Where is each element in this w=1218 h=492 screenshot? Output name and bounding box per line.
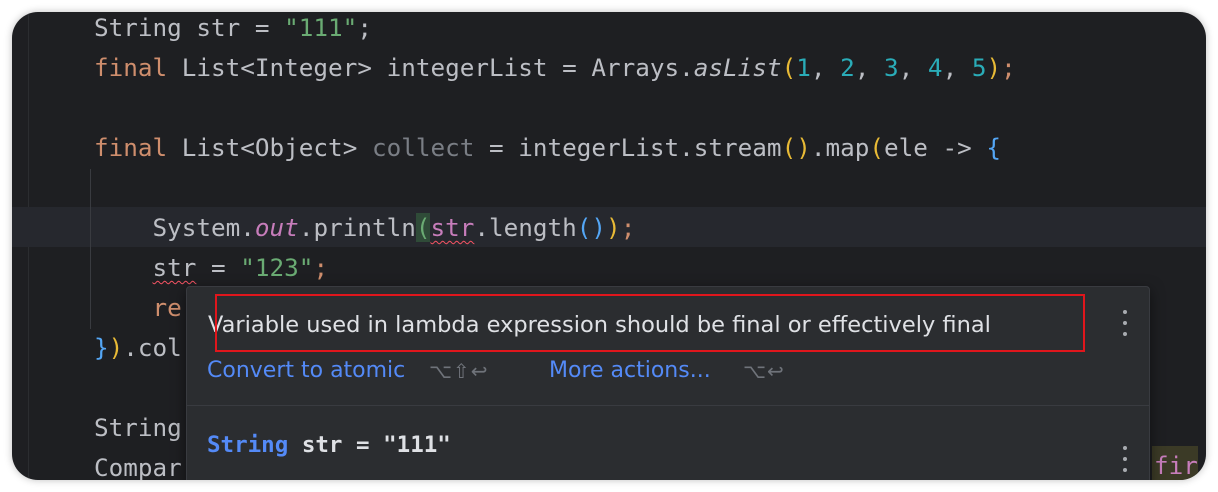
code-token: ) <box>986 53 1002 82</box>
code-token: () <box>781 133 811 162</box>
code-token: 4 <box>927 53 943 82</box>
code-token: str <box>152 253 197 282</box>
code-token: () <box>576 213 607 242</box>
code-token: 2 <box>840 53 855 82</box>
code-token: ; <box>620 213 636 242</box>
code-token: , <box>810 53 841 82</box>
code-line[interactable]: String str = "111"; <box>94 12 372 48</box>
inspection-popup: Variable used in lambda expression shoul… <box>186 286 1150 480</box>
code-token: = integerList.stream <box>474 133 782 162</box>
code-token: ; <box>313 253 329 282</box>
editor-window: String str = "111"; final List<Integer> i… <box>12 12 1206 480</box>
code-token: , <box>854 53 885 82</box>
code-token: Integer <box>254 53 358 82</box>
code-token: ) <box>606 213 621 242</box>
code-line[interactable]: str = "123"; <box>94 248 329 288</box>
code-token: List< <box>167 53 255 82</box>
declaration-type: String <box>207 432 289 458</box>
code-line[interactable]: final List<Integer> integerList = Arrays… <box>94 48 1016 88</box>
declaration-rest: str = "111" <box>288 432 451 458</box>
more-actions-shortcut-hint: ⌥↩ <box>743 359 785 383</box>
code-token: ( <box>415 213 431 242</box>
code-token: .length <box>474 213 577 242</box>
code-token: , <box>898 53 928 82</box>
code-line[interactable]: System.out.println(str.length()); <box>94 208 635 248</box>
code-line[interactable]: }).col <box>94 328 182 368</box>
code-token: ( <box>781 53 797 82</box>
code-token: re <box>94 293 182 322</box>
popup-divider <box>187 405 1149 406</box>
indent-guide <box>90 169 91 329</box>
code-token: , <box>942 53 972 82</box>
code-token: > integerList = Arrays. <box>357 53 694 82</box>
code-token: } <box>94 333 109 362</box>
code-token: "123" <box>240 253 314 282</box>
code-token: Object <box>254 133 343 162</box>
code-line[interactable]: Compar <box>94 448 182 480</box>
code-token: ; <box>1001 53 1016 82</box>
convert-to-atomic-link[interactable]: Convert to atomic <box>207 353 405 389</box>
code-token: 5 <box>971 53 987 82</box>
code-token: String str = <box>94 13 285 42</box>
code-token: collect <box>371 133 475 162</box>
code-token: .println <box>298 213 416 242</box>
code-line[interactable]: String <box>94 408 182 448</box>
code-token: Compar <box>94 453 182 480</box>
convert-shortcut-hint: ⌥⇧↩ <box>429 359 489 383</box>
declaration-preview[interactable]: String str = "111" <box>207 425 451 465</box>
code-token: out <box>254 213 299 242</box>
code-token: ( <box>869 133 884 162</box>
code-token: 1 <box>796 53 811 82</box>
code-token: = <box>196 253 241 282</box>
code-line[interactable]: final List<Object> collect = integerList… <box>94 128 1001 168</box>
more-options-icon[interactable] <box>1122 310 1128 336</box>
code-token: final <box>94 133 168 162</box>
code-token: .col <box>123 333 182 362</box>
declaration-options-icon[interactable] <box>1122 446 1128 472</box>
code-token: str <box>430 213 475 242</box>
code-token: > <box>342 133 372 162</box>
code-token: ele -> <box>883 133 987 162</box>
more-actions-link[interactable]: More actions... <box>549 353 711 389</box>
code-token: List< <box>167 133 255 162</box>
code-token: System. <box>94 213 255 242</box>
code-token: String <box>94 413 182 442</box>
code-token: ) <box>108 333 124 362</box>
code-token: { <box>986 133 1002 162</box>
code-line[interactable]: re <box>94 288 182 328</box>
code-token: ; <box>357 13 372 42</box>
code-token: final <box>94 53 168 82</box>
code-token: "111" <box>284 13 358 42</box>
code-token: 3 <box>884 53 899 82</box>
highlight-box <box>215 294 1085 352</box>
code-peek-fragment: fir <box>1152 446 1198 480</box>
code-token: asList <box>693 53 782 82</box>
code-token: .map <box>810 133 870 162</box>
